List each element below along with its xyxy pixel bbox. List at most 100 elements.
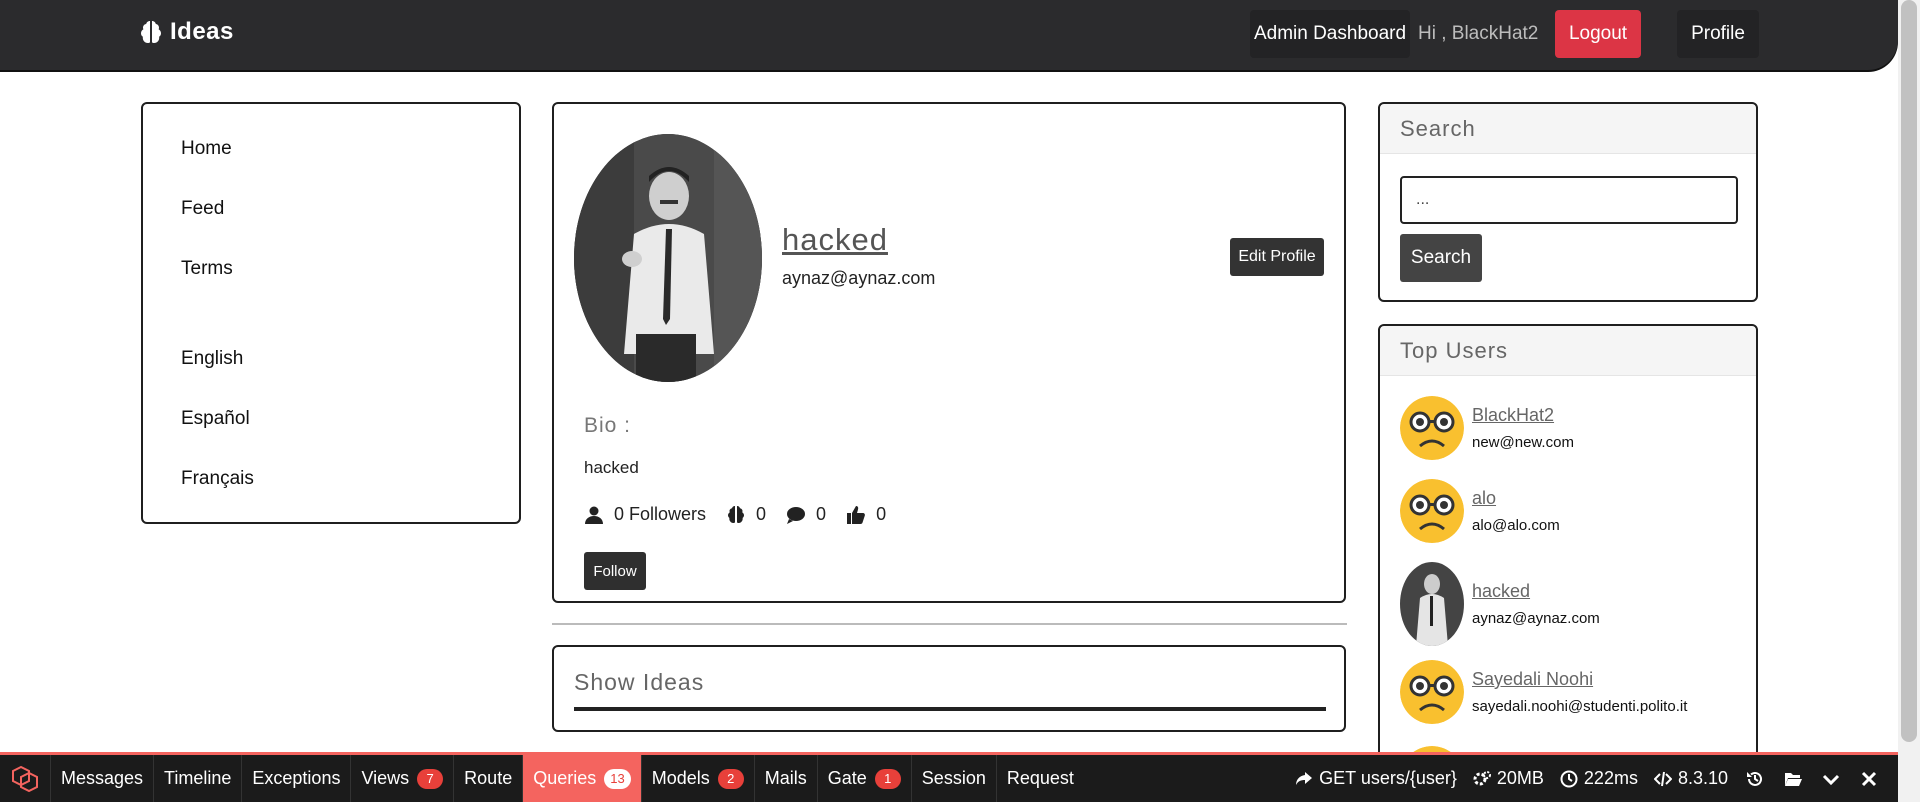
close-debugbar-button[interactable] [1850, 755, 1888, 802]
top-users-title: Top Users [1400, 338, 1509, 363]
top-user-name[interactable]: BlackHat2 [1472, 405, 1574, 426]
top-user-item: Sayedali Noohi sayedali.noohi@studenti.p… [1400, 660, 1687, 724]
nerd-face-avatar [1400, 396, 1464, 460]
ideas-count: 0 [756, 504, 767, 524]
followers-count: 0 Followers [614, 504, 707, 524]
tab-label: Models [651, 768, 710, 788]
show-ideas-underline [574, 707, 1326, 711]
bio-label: Bio : [584, 414, 632, 437]
debugbar-tab-views[interactable]: Views 7 [350, 755, 453, 802]
debugbar-tab-mails[interactable]: Mails [753, 755, 817, 802]
memory-info: 20MB [1465, 768, 1552, 789]
language-french[interactable]: Français [181, 468, 254, 490]
tab-label: Views [361, 768, 410, 788]
close-icon [1861, 771, 1877, 786]
profile-avatar [574, 134, 762, 382]
debugbar-tabs: Messages Timeline Exceptions Views 7 Rout… [50, 755, 1084, 802]
tab-label: Messages [61, 768, 144, 788]
ideas-stat: 0 [726, 504, 766, 525]
profile-photo [574, 134, 762, 382]
comment-icon [787, 506, 806, 524]
top-user-email: aynaz@aynaz.com [1472, 610, 1600, 627]
folder-open-icon [1785, 772, 1802, 786]
photo-avatar [1400, 562, 1464, 646]
sidebar-item-home[interactable]: Home [181, 138, 232, 160]
history-icon [1747, 771, 1762, 786]
user-greeting: Hi , BlackHat2 [1418, 23, 1539, 44]
history-button[interactable] [1736, 755, 1774, 802]
tab-label: Session [921, 768, 986, 788]
profile-email: aynaz@aynaz.com [782, 268, 936, 288]
likes-stat: 0 [846, 504, 886, 525]
top-user-email: sayedali.noohi@studenti.polito.it [1472, 698, 1688, 715]
clock-icon [1560, 770, 1578, 787]
sidebar-menu: Home Feed Terms English Español Français [141, 102, 521, 524]
code-icon [1653, 771, 1672, 786]
thumbs-up-icon [847, 505, 865, 524]
profile-name-link[interactable]: hacked [782, 222, 888, 258]
brand-link[interactable]: Ideas [138, 18, 234, 46]
user-icon [585, 506, 603, 524]
sidebar-item-feed[interactable]: Feed [181, 198, 224, 220]
logout-button[interactable]: Logout [1555, 10, 1641, 58]
search-card: Search Search [1378, 102, 1758, 302]
debugbar-tab-exceptions[interactable]: Exceptions [241, 755, 350, 802]
search-input[interactable] [1400, 176, 1738, 224]
tab-label: Route [464, 768, 513, 788]
time-info: 222ms [1552, 768, 1646, 789]
tab-label: Request [1006, 768, 1074, 788]
laravel-debugbar: Messages Timeline Exceptions Views 7 Rout… [0, 752, 1898, 802]
time-text: 222ms [1583, 768, 1638, 788]
tab-label: Mails [764, 768, 807, 788]
admin-dashboard-button[interactable]: Admin Dashboard [1250, 10, 1410, 58]
brain-icon [141, 21, 161, 43]
debugbar-tab-messages[interactable]: Messages [50, 755, 153, 802]
nerd-face-avatar [1400, 479, 1464, 543]
open-folder-button[interactable] [1774, 755, 1812, 802]
show-ideas-title: Show Ideas [574, 669, 705, 695]
followers-stat: 0 Followers [584, 504, 706, 525]
search-button[interactable]: Search [1400, 234, 1482, 282]
count-badge: 2 [717, 768, 744, 789]
follow-button[interactable]: Follow [584, 552, 646, 590]
debugbar-tab-queries[interactable]: Queries 13 [522, 755, 641, 802]
brand-name: Ideas [170, 18, 234, 45]
php-version-info: 8.3.10 [1646, 768, 1736, 789]
top-user-name[interactable]: hacked [1472, 581, 1600, 602]
comments-count: 0 [816, 504, 827, 524]
profile-button[interactable]: Profile [1677, 10, 1759, 58]
brain-icon [728, 505, 745, 523]
php-version-text: 8.3.10 [1677, 768, 1728, 788]
top-user-name[interactable]: alo [1472, 488, 1560, 509]
bio-text: hacked [584, 458, 639, 477]
comments-stat: 0 [786, 504, 826, 525]
top-user-email: alo@alo.com [1472, 517, 1560, 534]
minimize-button[interactable] [1812, 755, 1850, 802]
language-english[interactable]: English [181, 348, 243, 370]
top-user-item: BlackHat2 new@new.com [1400, 396, 1574, 460]
debugbar-tab-route[interactable]: Route [453, 755, 522, 802]
edit-profile-button[interactable]: Edit Profile [1230, 238, 1324, 276]
top-user-item: alo alo@alo.com [1400, 479, 1560, 543]
top-user-item: hacked aynaz@aynaz.com [1400, 562, 1600, 646]
debugbar-tab-request[interactable]: Request [995, 755, 1084, 802]
tab-label: Queries [533, 768, 597, 788]
tab-label: Gate [827, 768, 867, 788]
page-scrollbar-thumb[interactable] [1901, 0, 1917, 742]
debugbar-tab-models[interactable]: Models 2 [640, 755, 754, 802]
count-badge: 7 [417, 768, 444, 789]
debugbar-tab-timeline[interactable]: Timeline [153, 755, 241, 802]
sidebar-item-terms[interactable]: Terms [181, 258, 233, 280]
debugbar-tab-session[interactable]: Session [910, 755, 996, 802]
top-navbar: Ideas Admin Dashboard Hi , BlackHat2 Log… [0, 0, 1898, 70]
debugbar-tab-gate[interactable]: Gate 1 [816, 755, 911, 802]
laravel-logo-icon[interactable] [10, 765, 42, 793]
route-info[interactable]: GET users/{user} [1287, 768, 1465, 789]
route-text: GET users/{user} [1319, 768, 1457, 788]
language-spanish[interactable]: Español [181, 408, 250, 430]
search-title: Search [1400, 116, 1476, 141]
cogs-icon [1473, 770, 1491, 785]
top-user-name[interactable]: Sayedali Noohi [1472, 669, 1687, 690]
tab-label: Exceptions [252, 768, 341, 788]
profile-card: hacked aynaz@aynaz.com Edit Profile Bio … [552, 102, 1346, 603]
